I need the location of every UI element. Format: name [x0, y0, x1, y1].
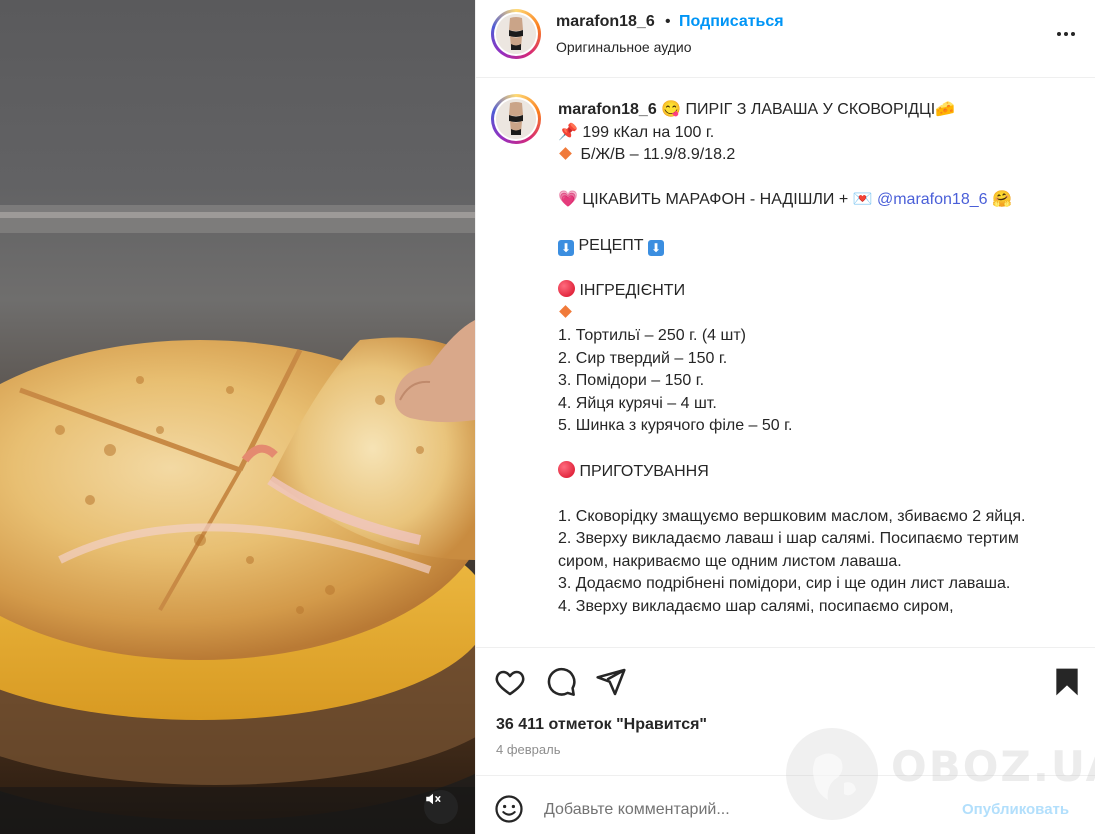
post-date[interactable]: 4 февраль	[496, 742, 561, 757]
profile-photo	[496, 99, 536, 139]
caption-area: marafon18_6 😋 ПИРІГ З ЛАВАША У СКОВОРІДЦ…	[476, 79, 1095, 647]
likes-count[interactable]: 36 411 отметок "Нравится"	[496, 716, 707, 734]
caption-marathon-line: 💗 ЦІКАВИТЬ МАРАФОН - НАДІШЛИ + 💌 @marafo…	[558, 189, 1068, 212]
caption-recipe-line: ⬇ РЕЦЕПТ ⬇	[558, 235, 1068, 258]
post-media[interactable]	[0, 0, 475, 834]
ingredient-item: 5. Шинка з курячого філе – 50 г.	[558, 417, 793, 435]
diamond-line	[558, 302, 1068, 325]
orange-diamond-icon	[559, 147, 572, 161]
post-header: marafon18_6 • Подписаться Оригинальное а…	[476, 0, 1095, 78]
cooking-title: ПРИГОТУВАННЯ	[579, 462, 709, 480]
cooking-title-line: ПРИГОТУВАННЯ	[558, 460, 1068, 484]
caption-macros-line: Б/Ж/В – 11.9/8.9/18.2	[558, 144, 1068, 167]
cooking-step: 1. Сковорідку змащуємо вершковим маслом,…	[558, 507, 1026, 525]
share-icon[interactable]	[595, 666, 627, 698]
post-panel: marafon18_6 • Подписаться Оригинальное а…	[475, 0, 1095, 834]
publish-button[interactable]: Опубликовать	[962, 801, 1069, 818]
down-arrow-icon: ⬇	[648, 239, 665, 256]
video-controls-strip	[0, 787, 475, 834]
avatar[interactable]	[491, 9, 541, 59]
pin-emoji-icon: 📌	[558, 123, 578, 141]
cheese-emoji-icon: 🧀	[935, 101, 956, 118]
more-options-icon[interactable]	[1051, 24, 1081, 44]
emoji-icon[interactable]	[494, 794, 524, 824]
hug-emoji-icon: 🤗	[991, 191, 1012, 209]
ingredients-title: ІНГРЕДІЄНТИ	[579, 281, 686, 299]
caption-macros: Б/Ж/В – 11.9/8.9/18.2	[580, 146, 736, 164]
ingredient-item: 2. Сир твердий – 150 г.	[558, 349, 728, 367]
love-letter-emoji-icon: 💌	[852, 191, 873, 209]
red-circle-icon	[558, 279, 575, 297]
down-arrow-icon: ⬇	[558, 239, 574, 256]
heart-emoji-icon: 💗	[558, 191, 578, 209]
caption-kcal-line: 📌 199 кКал на 100 г.	[558, 122, 1068, 145]
cooking-step: 2. Зверху викладаємо лаваш і шар салямі.…	[558, 530, 1024, 570]
mute-button[interactable]	[424, 790, 458, 824]
username[interactable]: marafon18_6	[556, 13, 655, 31]
ingredient-item: 1. Тортильї – 250 г. (4 шт)	[558, 326, 747, 344]
comment-bar: Опубликовать	[476, 775, 1095, 834]
caption-recipe: РЕЦЕПТ	[578, 236, 644, 254]
caption-title: ПИРІГ З ЛАВАША У СКОВОРІДЦІ	[685, 101, 936, 118]
heart-icon[interactable]	[494, 666, 526, 698]
speaker-muted-icon	[426, 793, 441, 805]
caption-title-line: marafon18_6 😋 ПИРІГ З ЛАВАША У СКОВОРІДЦ…	[558, 99, 1068, 122]
yum-emoji-icon: 😋	[661, 101, 682, 118]
comment-input[interactable]	[544, 799, 944, 821]
caption-marathon: ЦІКАВИТЬ МАРАФОН - НАДІШЛИ +	[582, 191, 849, 209]
comment-icon[interactable]	[545, 666, 577, 698]
ingredient-item: 4. Яйця курячі – 4 шт.	[558, 394, 717, 412]
food-image	[0, 205, 475, 820]
bookmark-icon[interactable]	[1051, 666, 1083, 698]
cooking-step: 4. Зверху викладаємо шар салямі, посипає…	[558, 598, 954, 616]
mention-link[interactable]: @marafon18_6	[877, 191, 988, 208]
audio-label[interactable]: Оригинальное аудио	[556, 39, 692, 55]
profile-photo	[496, 14, 536, 54]
orange-diamond-icon	[559, 305, 572, 319]
caption-kcal: 199 кКал на 100 г.	[582, 123, 715, 141]
cooking-step: 3. Додаємо подрібнені помідори, сир і ще…	[558, 575, 1011, 593]
caption-avatar[interactable]	[491, 94, 541, 144]
ingredient-item: 3. Помідори – 150 г.	[558, 372, 705, 390]
ingredients-title-line: ІНГРЕДІЄНТИ	[558, 279, 1068, 303]
caption-username[interactable]: marafon18_6	[558, 101, 657, 118]
follow-button[interactable]: Подписаться	[679, 13, 784, 31]
red-circle-icon	[558, 460, 575, 478]
caption-text: marafon18_6 😋 ПИРІГ З ЛАВАША У СКОВОРІДЦ…	[558, 99, 1068, 619]
separator-dot: •	[665, 13, 671, 30]
action-bar	[476, 647, 1095, 719]
